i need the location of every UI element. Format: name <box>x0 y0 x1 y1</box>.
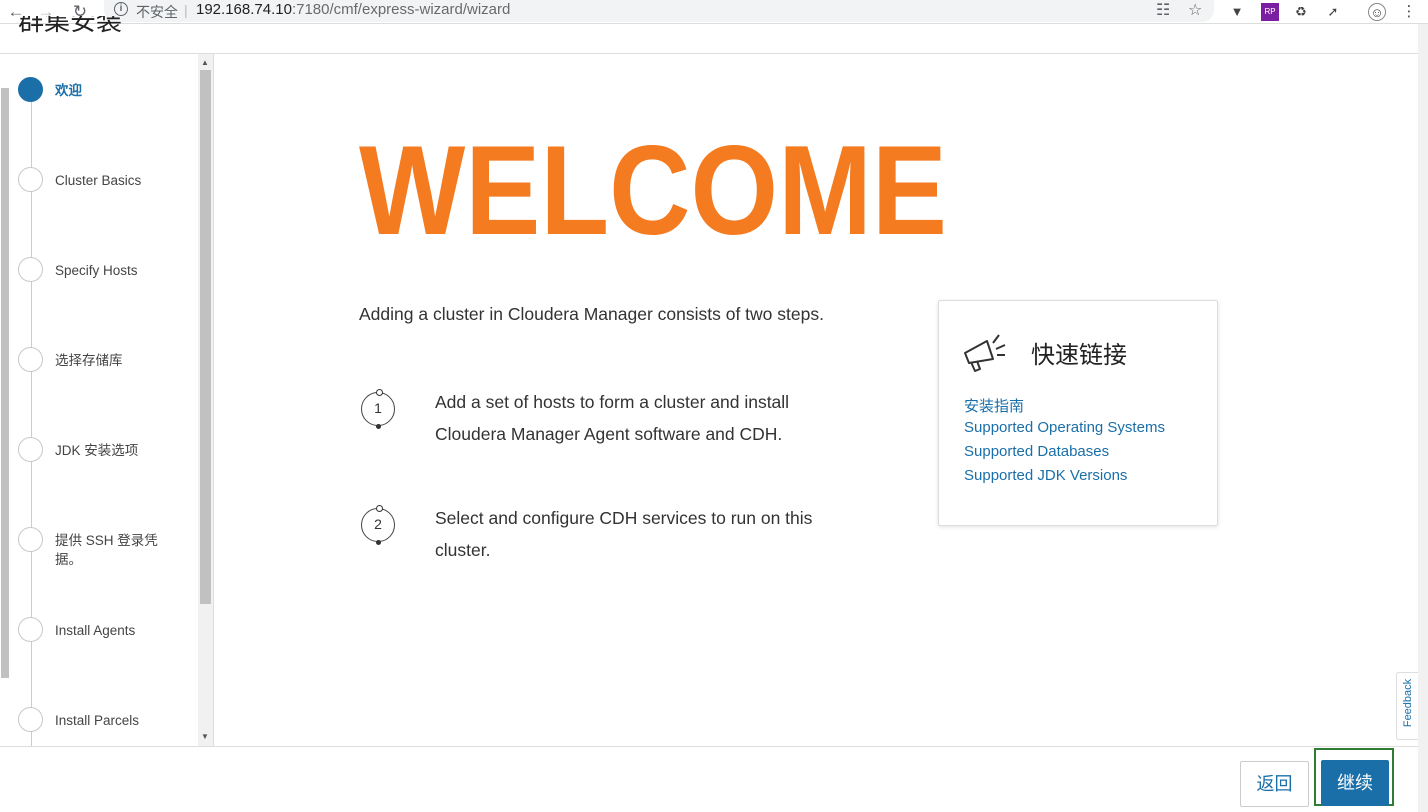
intro-text: Adding a cluster in Cloudera Manager con… <box>359 304 824 324</box>
link-supported-jdk[interactable]: Supported JDK Versions <box>964 467 1127 484</box>
profile-icon[interactable]: ☺ <box>1368 3 1386 21</box>
scroll-up-icon[interactable]: ▲ <box>201 58 209 67</box>
vue-devtools-icon[interactable]: ▼ <box>1228 3 1246 21</box>
address-bar[interactable]: i 不安全 | 192.168.74.10:7180/cmf/express-w… <box>104 0 1214 22</box>
link-supported-databases[interactable]: Supported Databases <box>964 443 1109 460</box>
step-indicator <box>18 167 43 192</box>
page-title: 群集安装 <box>18 16 123 36</box>
translate-icon[interactable]: ☷ <box>1156 0 1170 20</box>
welcome-banner: WELCOME <box>359 142 947 238</box>
sidebar-step-label: 欢迎 <box>55 83 82 98</box>
step-indicator <box>18 527 43 552</box>
continue-button[interactable]: 继续 <box>1321 760 1389 806</box>
rp-icon[interactable]: RP <box>1261 3 1279 21</box>
quick-links-title: 快速链接 <box>1031 342 1127 369</box>
step-indicator <box>18 77 43 102</box>
sidebar-step-label: Specify Hosts <box>55 263 138 278</box>
step-indicator <box>18 347 43 372</box>
scroll-down-icon[interactable]: ▼ <box>201 732 209 741</box>
sidebar-scrollbar[interactable]: ▲ ▼ <box>198 54 213 746</box>
feedback-label: Feedback <box>1402 678 1414 728</box>
feedback-tab[interactable]: Feedback <box>1396 672 1418 740</box>
sidebar-step-label: 提供 SSH 登录凭据。 <box>55 533 158 567</box>
step-indicator <box>18 707 43 732</box>
sidebar-step-label: JDK 安装选项 <box>55 443 139 458</box>
page-scrollbar[interactable] <box>1418 24 1428 812</box>
step-description: Add a set of hosts to form a cluster and… <box>435 392 790 444</box>
step-indicator <box>18 437 43 462</box>
sidebar-step-label: Install Agents <box>55 623 136 638</box>
url-separator: | <box>184 2 188 18</box>
browser-toolbar: ← → ↻ i 不安全 | 192.168.74.10:7180/cmf/exp… <box>0 0 1428 24</box>
step-description: Select and configure CDH services to run… <box>435 508 813 560</box>
security-label: 不安全 <box>136 4 178 20</box>
extension-icon[interactable]: ♻ <box>1292 3 1310 21</box>
main-content: WELCOME Adding a cluster in Cloudera Man… <box>215 54 1418 746</box>
back-button[interactable]: 返回 <box>1240 761 1309 807</box>
megaphone-icon <box>964 334 1006 372</box>
welcome-text: WELCOME <box>359 142 947 238</box>
link-install-guide[interactable]: 安装指南 <box>964 395 1024 416</box>
step-indicator <box>18 257 43 282</box>
wizard-footer: 返回 继续 <box>0 746 1418 812</box>
quick-links-card: 快速链接 安装指南 Supported Operating Systems Su… <box>938 300 1218 526</box>
wizard-sidebar: 欢迎 Cluster Basics Specify Hosts 选择存储库 JD… <box>0 54 214 746</box>
step-number-badge: 1 <box>361 389 395 429</box>
star-icon[interactable]: ☆ <box>1188 0 1202 20</box>
sidebar-step-label: Cluster Basics <box>55 173 142 188</box>
sidebar-step-label: 选择存储库 <box>55 353 123 368</box>
step-number-badge: 2 <box>361 505 395 545</box>
page-scrollbar-thumb[interactable] <box>1 88 9 678</box>
sidebar-step-label: Install Parcels <box>55 713 140 728</box>
step-indicator <box>18 617 43 642</box>
url-text[interactable]: 192.168.74.10:7180/cmf/express-wizard/wi… <box>196 1 510 18</box>
info-icon[interactable]: i <box>114 2 128 16</box>
url-path: :7180/cmf/express-wizard/wizard <box>291 1 511 18</box>
url-host: 192.168.74.10 <box>196 1 292 18</box>
link-supported-os[interactable]: Supported Operating Systems <box>964 419 1165 436</box>
chart-icon[interactable]: ➚ <box>1324 3 1342 21</box>
menu-dots-icon[interactable]: ⋮ <box>1400 3 1418 21</box>
scrollbar-thumb[interactable] <box>200 70 211 604</box>
